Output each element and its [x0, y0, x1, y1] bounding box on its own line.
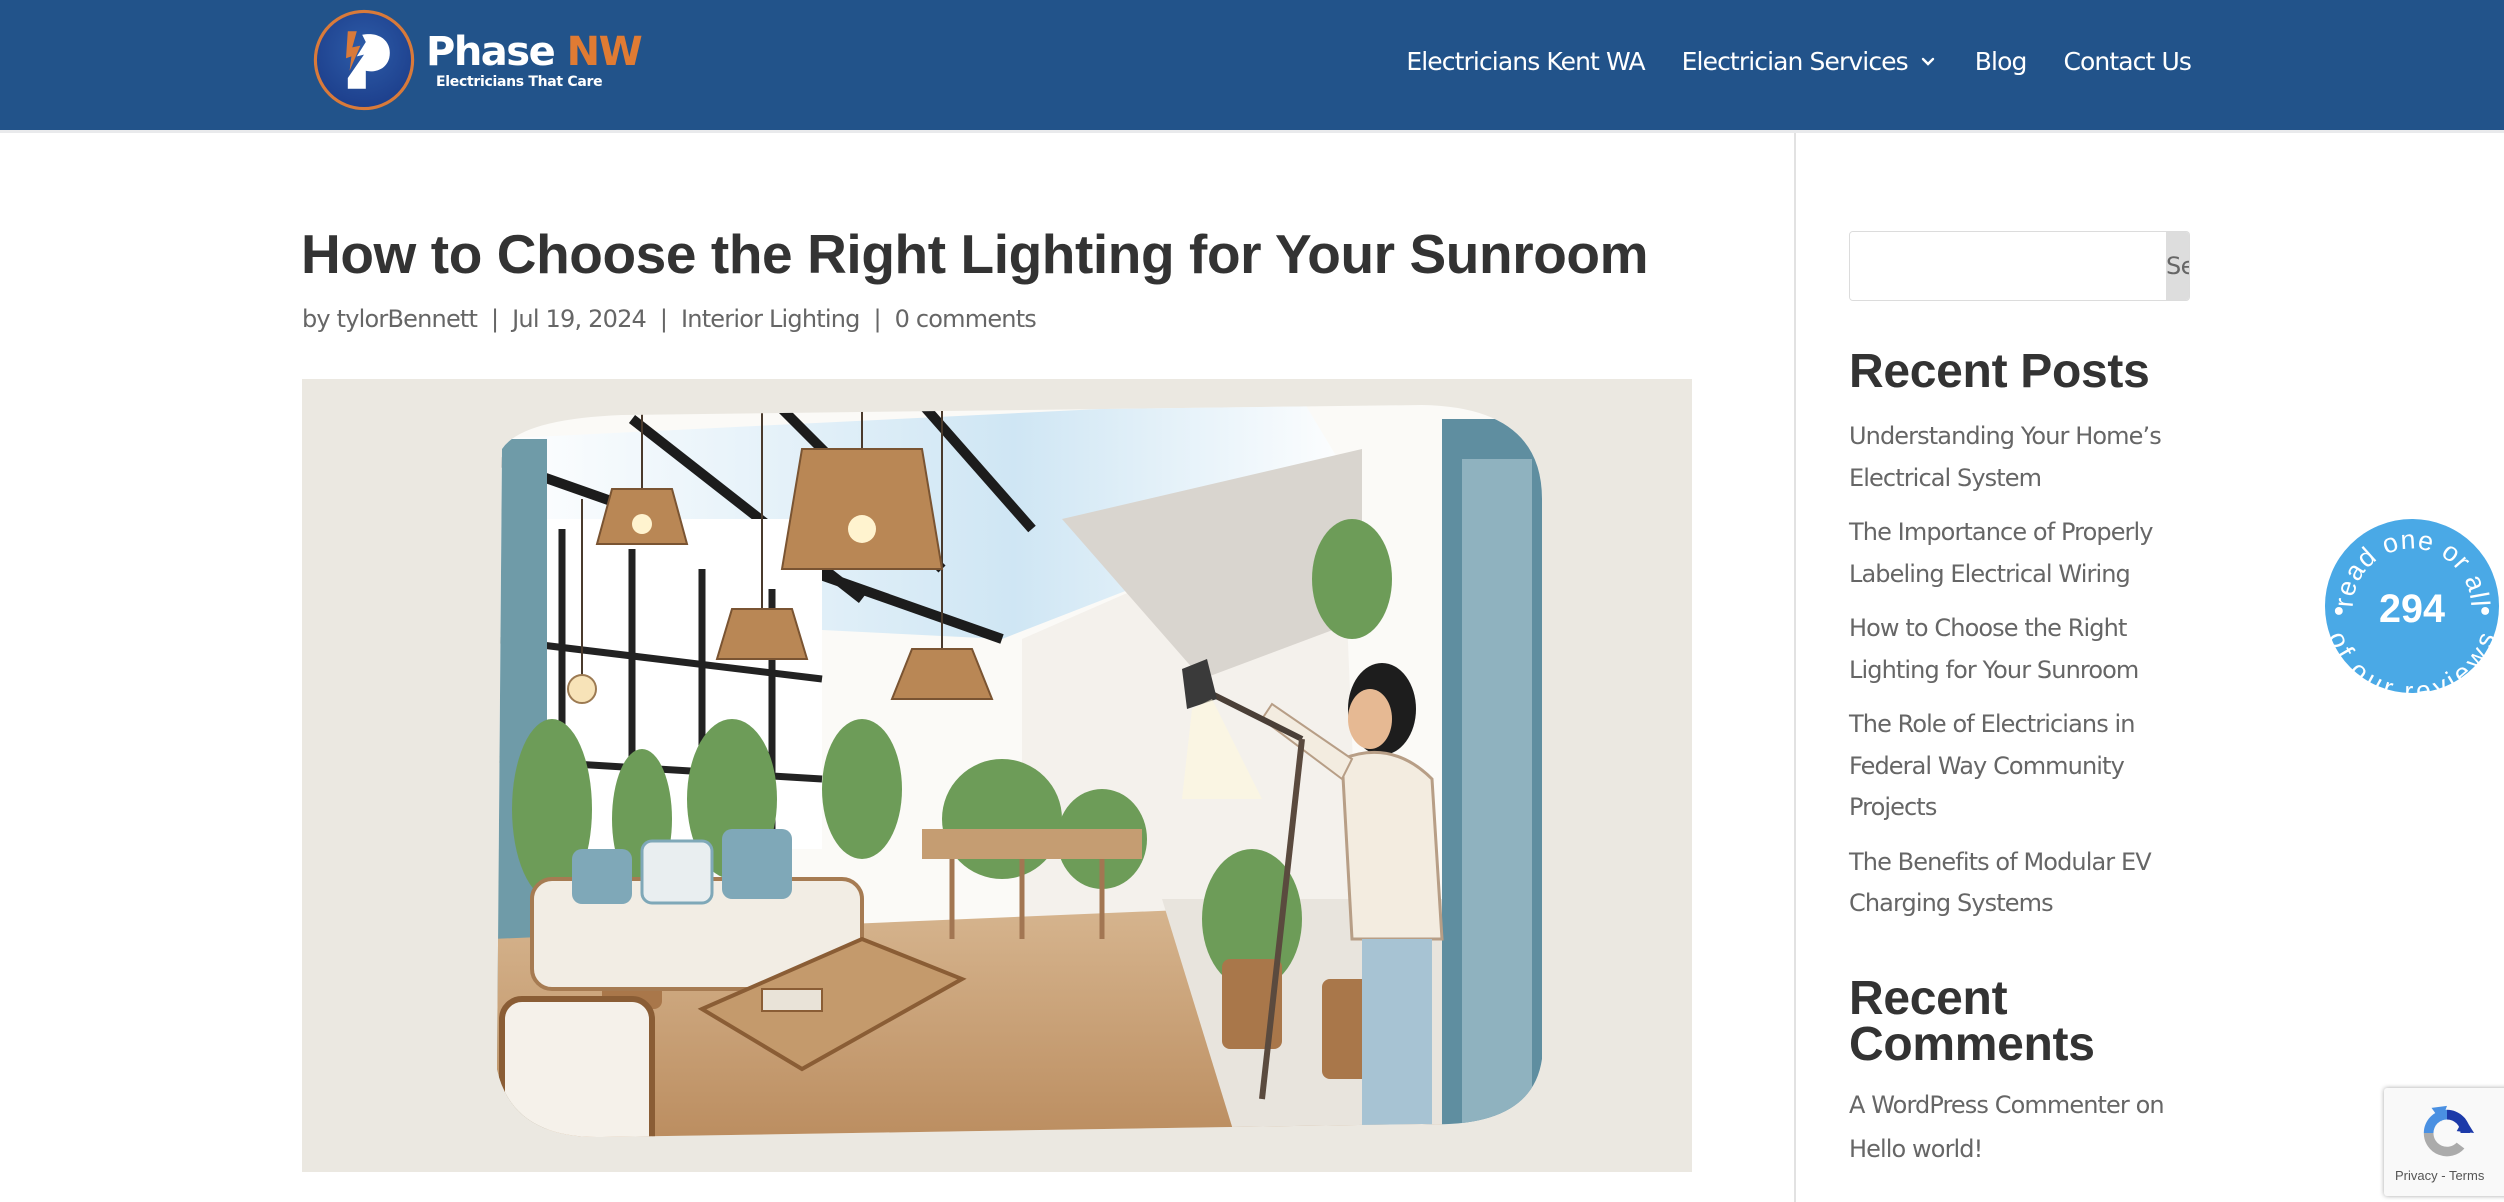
recent-posts-title: Recent Posts	[1849, 345, 2150, 398]
list-item: The Role of Electricians in Federal Way …	[1849, 704, 2189, 829]
meta-separator: |	[659, 305, 668, 333]
recent-post-link[interactable]: Understanding Your Home’s Electrical Sys…	[1849, 422, 2162, 492]
comment-author-link[interactable]: A WordPress Commenter	[1849, 1091, 2130, 1119]
featured-image	[302, 379, 1692, 1172]
author-link[interactable]: tylorBennett	[337, 305, 478, 333]
sunroom-illustration	[302, 379, 1692, 1172]
logo-tagline: Electricians That Care	[436, 74, 603, 90]
badge-dot	[2481, 606, 2490, 615]
recent-post-link[interactable]: How to Choose the Right Lighting for You…	[1849, 614, 2139, 684]
list-item: The Benefits of Modular EV Charging Syst…	[1849, 842, 2189, 925]
recaptcha-terms-link[interactable]: Terms	[2449, 1168, 2484, 1183]
recent-post-link[interactable]: The Importance of Properly Labeling Elec…	[1849, 518, 2154, 588]
recaptcha-badge[interactable]: Privacy - Terms	[2384, 1088, 2504, 1196]
recent-post-link[interactable]: The Benefits of Modular EV Charging Syst…	[1849, 848, 2152, 918]
recaptcha-separator: -	[2437, 1168, 2449, 1183]
nav-item-electrician-services[interactable]: Electrician Services	[1682, 47, 1938, 76]
list-item: Understanding Your Home’s Electrical Sys…	[1849, 416, 2189, 499]
comment-on-text: on	[2128, 1091, 2165, 1119]
chevron-down-icon	[1921, 57, 1934, 66]
meta-by: by	[302, 305, 337, 333]
recaptcha-links: Privacy - Terms	[2395, 1168, 2484, 1183]
list-item: How to Choose the Right Lighting for You…	[1849, 608, 2189, 691]
nav-item-contact-us[interactable]: Contact Us	[2063, 47, 2191, 76]
post-date: Jul 19, 2024	[512, 305, 647, 333]
meta-separator: |	[491, 305, 499, 333]
reviews-badge[interactable]: read one or all of our reviews 294	[2323, 517, 2501, 695]
nav-item-blog[interactable]: Blog	[1975, 47, 2028, 76]
sidebar-divider	[1794, 133, 1796, 1202]
main-nav: Electricians Kent WA Electrician Service…	[1406, 38, 2192, 84]
recent-comments-title: Recent Comments	[1849, 972, 2095, 1071]
post-title: How to Choose the Right Lighting for You…	[301, 223, 1649, 285]
search-input[interactable]	[1850, 232, 2166, 300]
meta-separator: |	[873, 305, 881, 333]
comments-link[interactable]: 0 comments	[895, 305, 1037, 333]
list-item: The Importance of Properly Labeling Elec…	[1849, 512, 2189, 595]
comment-post-link[interactable]: Hello world!	[1849, 1135, 1983, 1163]
badge-count: 294	[2379, 587, 2445, 631]
logo-wordmark: Phase NW	[426, 29, 643, 75]
header-divider	[0, 130, 2504, 133]
nav-item-electricians-kent-wa[interactable]: Electricians Kent WA	[1406, 47, 1645, 76]
search-button[interactable]: Search	[2166, 232, 2189, 300]
recent-comment-item: A WordPress Commenter on Hello world!	[1849, 1083, 2189, 1171]
recaptcha-privacy-link[interactable]: Privacy	[2395, 1168, 2438, 1183]
recaptcha-icon	[2423, 1105, 2475, 1157]
badge-dot	[2334, 606, 2343, 615]
recent-posts-list: Understanding Your Home’s Electrical Sys…	[1849, 416, 2189, 938]
category-link[interactable]: Interior Lighting	[681, 305, 860, 333]
phase-nw-logo-icon	[313, 9, 415, 111]
recent-post-link[interactable]: The Role of Electricians in Federal Way …	[1849, 710, 2136, 821]
site-header: Phase NW Electricians That Care Electric…	[0, 0, 2504, 130]
post-meta: by tylorBennett | Jul 19, 2024 | Interio…	[302, 305, 1037, 333]
search-form: Search	[1849, 231, 2190, 301]
site-logo[interactable]: Phase NW Electricians That Care	[310, 5, 643, 115]
